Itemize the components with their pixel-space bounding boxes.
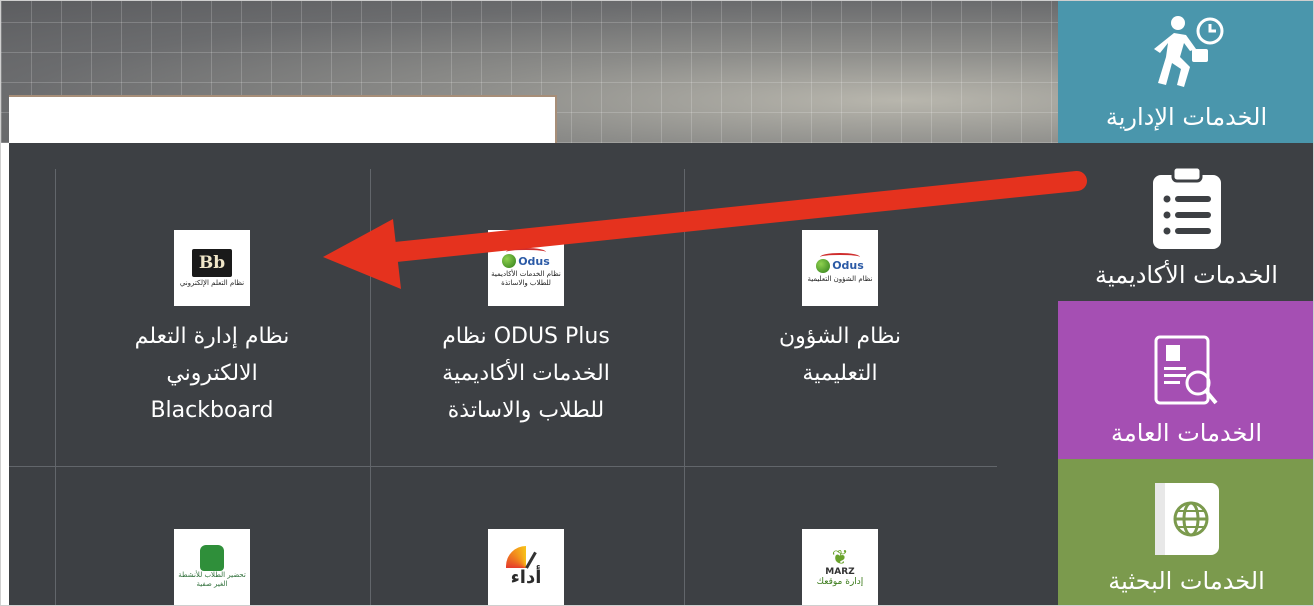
- logo-caption: تحضير الطلاب للأنشطة الغير صفية: [178, 571, 246, 588]
- tile-adaa[interactable]: أداء: [371, 529, 681, 605]
- sidebar-item-academic[interactable]: الخدمات الأكاديمية: [1058, 143, 1313, 301]
- clipboard-list-icon: [1149, 165, 1225, 251]
- tile-extracurricular[interactable]: تحضير الطلاب للأنشطة الغير صفية: [57, 529, 367, 605]
- search-input[interactable]: [9, 95, 557, 143]
- blackboard-logo: Bb نظام التعلم الإلكتروني: [174, 230, 250, 306]
- gauge-needle: [525, 551, 537, 569]
- odus-wordmark: Odus: [832, 259, 864, 272]
- tile-label: نظام إدارة التعلم الالكتروني Blackboard: [57, 318, 367, 429]
- odus-logo: Odus نظام الشؤون التعليمية: [802, 230, 878, 306]
- odus-mark: Odus: [816, 258, 864, 273]
- sidebar-item-label: الخدمات البحثية: [1108, 567, 1265, 595]
- gauge-icon: [506, 546, 546, 569]
- extracurricular-logo: تحضير الطلاب للأنشطة الغير صفية: [174, 529, 250, 605]
- profile-search-icon: [1152, 333, 1222, 409]
- sidebar-item-label: الخدمات الإدارية: [1105, 103, 1268, 131]
- raised-hand-icon: [200, 545, 224, 571]
- odus-ball-icon: [502, 254, 517, 268]
- sidebar-item-admin[interactable]: الخدمات الإدارية: [1058, 1, 1313, 143]
- sidebar-item-label: الخدمات الأكاديمية: [1095, 261, 1278, 289]
- marz-wordmark: MARZ: [825, 567, 855, 577]
- tile-label: نظام الشؤون التعليمية: [685, 318, 995, 392]
- odus-ball-icon: [816, 258, 831, 273]
- blackboard-mark: Bb: [192, 248, 232, 277]
- grid-divider: [9, 466, 997, 467]
- tile-label-line: التعليمية: [802, 361, 878, 386]
- app-window: Bb نظام التعلم الإلكتروني نظام إدارة الت…: [0, 0, 1314, 606]
- grid-divider: [55, 169, 56, 605]
- leaf-icon: ❦: [831, 545, 849, 569]
- tile-marz[interactable]: ❦ MARZ إدارة موقعك: [685, 529, 995, 605]
- sidebar-item-label: الخدمات العامة: [1110, 419, 1263, 447]
- tile-blackboard[interactable]: Bb نظام التعلم الإلكتروني نظام إدارة الت…: [57, 230, 367, 429]
- sidebar-item-general[interactable]: الخدمات العامة: [1058, 301, 1313, 459]
- sidebar-item-research[interactable]: الخدمات البحثية: [1058, 459, 1313, 605]
- odus-wordmark: Odus: [518, 254, 550, 268]
- tile-label-line: نظام إدارة التعلم: [134, 324, 290, 349]
- tile-educational-affairs[interactable]: Odus نظام الشؤون التعليمية نظام الشؤون ا…: [685, 230, 995, 392]
- logo-caption: نظام الخدمات الأكاديمية للطلاب والاساتذة: [491, 270, 561, 287]
- odus-mark: Odus: [502, 254, 550, 268]
- adaa-wordmark: أداء: [510, 567, 542, 588]
- globe-book-icon: [1149, 481, 1225, 557]
- services-grid: Bb نظام التعلم الإلكتروني نظام إدارة الت…: [9, 143, 1059, 605]
- tile-odus-plus[interactable]: Odus نظام الخدمات الأكاديمية للطلاب والا…: [371, 230, 681, 429]
- tile-label: ODUS Plus نظام الخدمات الأكاديمية للطلاب…: [371, 318, 681, 429]
- tile-label-line: Blackboard: [150, 398, 274, 423]
- running-businessman-clock-icon: [1144, 13, 1230, 93]
- tile-label-line: الالكتروني: [166, 361, 258, 386]
- adaa-logo: أداء: [488, 529, 564, 605]
- tile-label-line: للطلاب والاساتذة: [447, 398, 605, 423]
- tile-label-line: ODUS Plus نظام: [442, 324, 610, 349]
- logo-caption: إدارة موقعك: [816, 577, 864, 587]
- services-sidebar: الخدمات الإدارية الخدمات الأكاديمية الخد…: [1058, 1, 1313, 605]
- odus-logo: Odus نظام الخدمات الأكاديمية للطلاب والا…: [488, 230, 564, 306]
- marz-logo: ❦ MARZ إدارة موقعك: [802, 529, 878, 605]
- tile-label-line: الخدمات الأكاديمية: [442, 361, 610, 386]
- logo-caption: نظام الشؤون التعليمية: [807, 274, 873, 283]
- tile-label-line: نظام الشؤون: [778, 324, 902, 349]
- logo-caption: نظام التعلم الإلكتروني: [179, 278, 245, 287]
